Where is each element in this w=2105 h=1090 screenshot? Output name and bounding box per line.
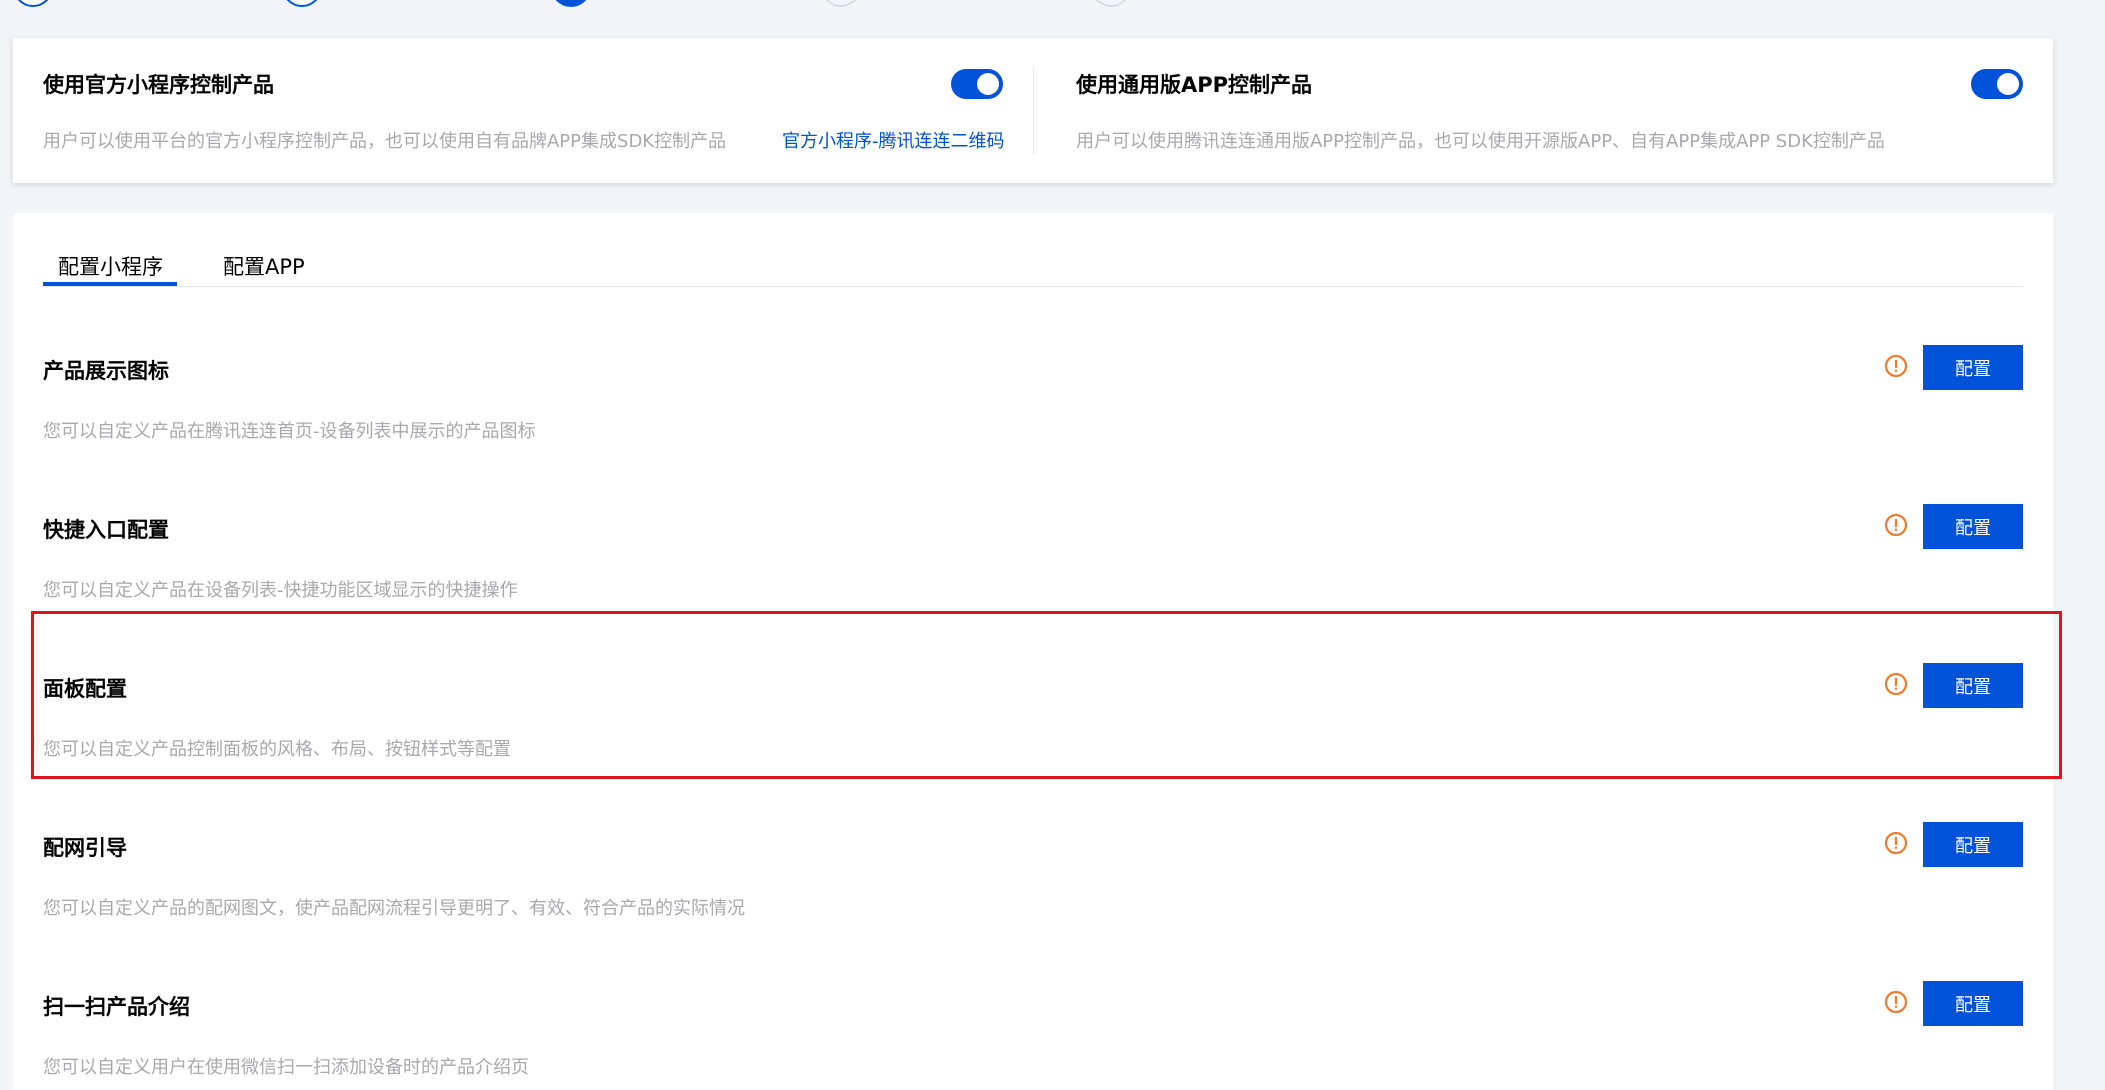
warning-circle-icon[interactable] [1884,831,1908,855]
app-control-title: 使用通用版APP控制产品 [1076,73,1313,97]
config-tabs: 配置小程序 配置APP [43,213,2023,287]
section-panel-config: 面板配置 配置 您可以自定义产品控制面板的风格、布局、按钮样式等配置 [43,643,2023,793]
warning-circle-icon[interactable] [1884,672,1908,696]
step-circle-4[interactable] [821,0,861,7]
section-desc: 您可以自定义产品在腾讯连连首页-设备列表中展示的产品图标 [43,421,536,442]
miniprogram-control-title: 使用官方小程序控制产品 [43,73,274,97]
page: 使用官方小程序控制产品 用户可以使用平台的官方小程序控制产品，也可以使用自有品牌… [0,0,2105,1090]
section-scan-intro: 扫一扫产品介绍 配置 您可以自定义用户在使用微信扫一扫添加设备时的产品介绍页 [43,961,2023,1090]
step-circle-2[interactable] [282,0,322,7]
warning-circle-icon[interactable] [1884,354,1908,378]
section-title: 配网引导 [43,836,127,860]
configure-button[interactable]: 配置 [1923,345,2023,390]
section-title: 快捷入口配置 [43,518,169,542]
configure-button[interactable]: 配置 [1923,822,2023,867]
section-title: 产品展示图标 [43,359,169,383]
app-control-desc: 用户可以使用腾讯连连通用版APP控制产品，也可以使用开源版APP、自有APP集成… [1076,131,1885,152]
step-circle-5[interactable] [1091,0,1131,7]
section-title: 面板配置 [43,677,127,701]
section-desc: 您可以自定义产品控制面板的风格、布局、按钮样式等配置 [43,739,511,760]
app-control-toggle[interactable] [1971,69,2023,99]
miniprogram-control-desc: 用户可以使用平台的官方小程序控制产品，也可以使用自有品牌APP集成SDK控制产品 [43,131,727,152]
warning-circle-icon[interactable] [1884,990,1908,1014]
section-desc: 您可以自定义产品在设备列表-快捷功能区域显示的快捷操作 [43,580,518,601]
section-network-guide: 配网引导 配置 您可以自定义产品的配网图文，使产品配网流程引导更明了、有效、符合… [43,802,2023,952]
section-shortcut-entry: 快捷入口配置 配置 您可以自定义产品在设备列表-快捷功能区域显示的快捷操作 [43,484,2023,634]
section-product-icon: 产品展示图标 配置 您可以自定义产品在腾讯连连首页-设备列表中展示的产品图标 [43,325,2023,475]
miniprogram-control-section: 使用官方小程序控制产品 用户可以使用平台的官方小程序控制产品，也可以使用自有品牌… [13,38,1033,183]
configure-button[interactable]: 配置 [1923,981,2023,1026]
control-method-card: 使用官方小程序控制产品 用户可以使用平台的官方小程序控制产品，也可以使用自有品牌… [13,38,2053,183]
configure-button[interactable]: 配置 [1923,663,2023,708]
config-card: 配置小程序 配置APP 产品展示图标 配置 您可以自定义产品在腾讯连连首页-设备… [13,213,2053,1090]
warning-circle-icon[interactable] [1884,513,1908,537]
miniprogram-qrcode-link[interactable]: 官方小程序-腾讯连连二维码 [782,127,1005,153]
tab-config-app[interactable]: 配置APP [223,251,305,281]
configure-button[interactable]: 配置 [1923,504,2023,549]
section-desc: 您可以自定义用户在使用微信扫一扫添加设备时的产品介绍页 [43,1057,529,1078]
miniprogram-control-toggle[interactable] [951,69,1003,99]
active-tab-indicator [43,282,177,286]
section-title: 扫一扫产品介绍 [43,995,190,1019]
step-circle-3[interactable] [551,0,591,7]
step-circle-1[interactable] [13,0,53,7]
section-desc: 您可以自定义产品的配网图文，使产品配网流程引导更明了、有效、符合产品的实际情况 [43,898,745,919]
tab-config-miniprogram[interactable]: 配置小程序 [58,251,163,281]
app-control-section: 使用通用版APP控制产品 用户可以使用腾讯连连通用版APP控制产品，也可以使用开… [1033,38,2053,183]
